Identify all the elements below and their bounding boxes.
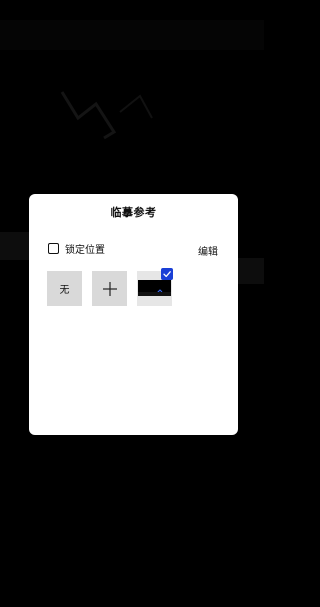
lock-position-label: 锁定位置 (65, 245, 105, 256)
background-sketch-stroke (119, 94, 153, 119)
selected-checkmark-icon (161, 268, 173, 280)
background-block (238, 258, 264, 284)
reference-dialog: 临摹参考 锁定位置 编辑 无 (29, 194, 238, 435)
reference-none-option[interactable]: 无 (47, 271, 82, 306)
background-block (0, 20, 264, 50)
reference-thumbnail-list: 无 (47, 268, 173, 306)
reference-none-label: 无 (59, 285, 70, 296)
reference-image-preview (138, 280, 171, 296)
reference-image-thumbnail[interactable] (137, 268, 173, 306)
background-block (0, 232, 30, 260)
background-sketch-stroke (60, 91, 117, 140)
lock-position-toggle[interactable]: 锁定位置 (48, 241, 105, 256)
edit-button[interactable]: 编辑 (198, 243, 218, 258)
app-screen: 临摹参考 锁定位置 编辑 无 (0, 0, 264, 607)
reference-image-content (138, 289, 171, 296)
add-reference-button[interactable] (92, 271, 127, 306)
lock-position-checkbox[interactable] (48, 243, 59, 254)
dialog-title: 临摹参考 (110, 206, 157, 219)
plus-icon (102, 281, 117, 296)
